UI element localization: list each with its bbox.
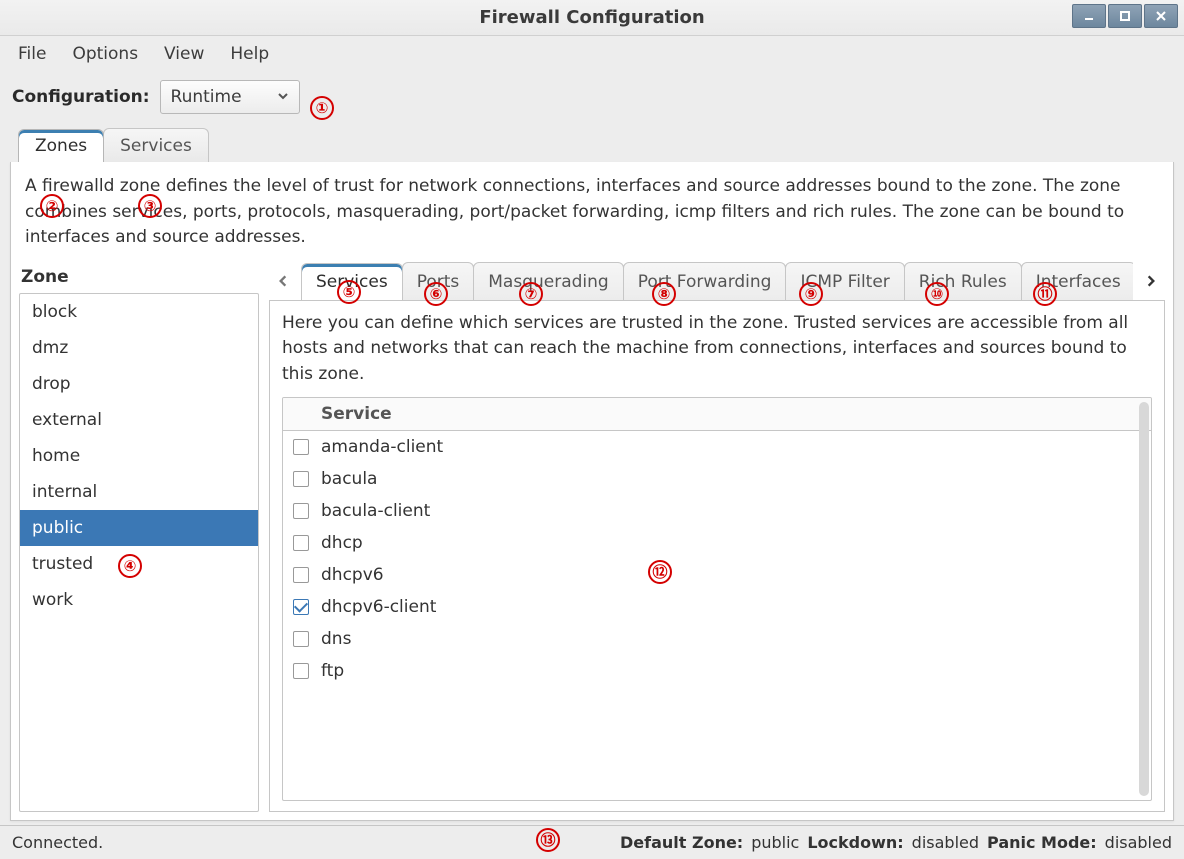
zone-item-work[interactable]: work <box>20 582 258 618</box>
service-checkbox[interactable] <box>293 663 309 679</box>
service-checkbox[interactable] <box>293 599 309 615</box>
menubar: File Options View Help <box>0 36 1184 72</box>
service-row[interactable]: dhcp <box>283 527 1151 559</box>
inner-tabs-row: Services Ports Masquerading Port Forward… <box>269 261 1165 301</box>
statusbar: Connected. Default Zone: public Lockdown… <box>0 825 1184 859</box>
status-connected: Connected. <box>12 833 103 852</box>
service-name: dhcp <box>321 533 363 553</box>
configuration-label: Configuration: <box>12 87 150 107</box>
service-row[interactable]: dns <box>283 623 1151 655</box>
status-default-zone-value: public <box>751 833 799 852</box>
zone-list[interactable]: blockdmzdropexternalhomeinternalpublictr… <box>19 293 259 813</box>
service-row[interactable]: dhcpv6-client <box>283 591 1151 623</box>
zone-item-public[interactable]: public <box>20 510 258 546</box>
inner-tab-services[interactable]: Services <box>301 263 403 300</box>
services-description: Here you can define which services are t… <box>282 311 1152 388</box>
configuration-row: Configuration: Runtime <box>0 72 1184 122</box>
zone-item-drop[interactable]: drop <box>20 366 258 402</box>
service-checkbox[interactable] <box>293 503 309 519</box>
configuration-value: Runtime <box>171 87 242 107</box>
status-default-zone-label: Default Zone: <box>620 833 743 852</box>
service-row[interactable]: bacula-client <box>283 495 1151 527</box>
status-panic-value: disabled <box>1105 833 1172 852</box>
inner-tabs: Services Ports Masquerading Port Forward… <box>301 262 1133 300</box>
services-header-service: Service <box>321 404 392 424</box>
menu-options[interactable]: Options <box>68 42 142 66</box>
detail-column: Services Ports Masquerading Port Forward… <box>269 261 1165 813</box>
service-row[interactable]: amanda-client <box>283 431 1151 463</box>
service-name: dhcpv6-client <box>321 597 436 617</box>
zone-description: A firewalld zone defines the level of tr… <box>19 170 1165 261</box>
tabs-scroll-left-button[interactable] <box>269 261 297 301</box>
inner-tab-icmp-filter[interactable]: ICMP Filter <box>785 262 904 300</box>
service-checkbox[interactable] <box>293 439 309 455</box>
services-panel: Here you can define which services are t… <box>269 300 1165 813</box>
service-row[interactable]: dhcpv6 <box>283 559 1151 591</box>
tabs-scroll-right-button[interactable] <box>1137 261 1165 301</box>
window-title: Firewall Configuration <box>479 7 704 28</box>
service-checkbox[interactable] <box>293 567 309 583</box>
service-name: amanda-client <box>321 437 443 457</box>
service-checkbox[interactable] <box>293 471 309 487</box>
menu-help[interactable]: Help <box>226 42 273 66</box>
menu-view[interactable]: View <box>160 42 208 66</box>
service-checkbox[interactable] <box>293 631 309 647</box>
tab-services[interactable]: Services <box>103 128 209 162</box>
top-tabs: Zones Services <box>0 122 1184 162</box>
service-name: bacula-client <box>321 501 430 521</box>
window-buttons <box>1072 4 1178 28</box>
inner-tab-rich-rules[interactable]: Rich Rules <box>904 262 1022 300</box>
zone-list-label: Zone <box>19 261 259 293</box>
scrollbar[interactable] <box>1139 402 1149 796</box>
status-panic-label: Panic Mode: <box>987 833 1097 852</box>
status-lockdown-value: disabled <box>912 833 979 852</box>
services-table-header: Service <box>283 398 1151 431</box>
service-name: dhcpv6 <box>321 565 384 585</box>
configuration-dropdown[interactable]: Runtime <box>160 80 300 114</box>
services-table[interactable]: Service amanda-client bacula bacula-client… <box>282 397 1152 801</box>
service-name: dns <box>321 629 351 649</box>
titlebar: Firewall Configuration <box>0 0 1184 36</box>
zone-column: Zone blockdmzdropexternalhomeinternalpub… <box>19 261 259 813</box>
service-name: bacula <box>321 469 377 489</box>
maximize-button[interactable] <box>1108 4 1142 28</box>
service-name: ftp <box>321 661 344 681</box>
zone-item-home[interactable]: home <box>20 438 258 474</box>
status-lockdown-label: Lockdown: <box>807 833 903 852</box>
inner-tab-interfaces[interactable]: Interfaces <box>1021 262 1133 300</box>
inner-tab-masquerading[interactable]: Masquerading <box>473 262 623 300</box>
zone-item-dmz[interactable]: dmz <box>20 330 258 366</box>
zone-item-trusted[interactable]: trusted <box>20 546 258 582</box>
tab-zones[interactable]: Zones <box>18 129 104 162</box>
close-button[interactable] <box>1144 4 1178 28</box>
menu-file[interactable]: File <box>14 42 50 66</box>
minimize-button[interactable] <box>1072 4 1106 28</box>
firewall-config-window: Firewall Configuration File Options View… <box>0 0 1184 859</box>
chevron-down-icon <box>277 87 289 107</box>
service-checkbox[interactable] <box>293 535 309 551</box>
main-panel: A firewalld zone defines the level of tr… <box>10 162 1174 821</box>
service-row[interactable]: bacula <box>283 463 1151 495</box>
inner-tab-ports[interactable]: Ports <box>402 262 475 300</box>
zone-item-block[interactable]: block <box>20 294 258 330</box>
zone-item-external[interactable]: external <box>20 402 258 438</box>
zone-item-internal[interactable]: internal <box>20 474 258 510</box>
inner-tab-port-forwarding[interactable]: Port Forwarding <box>623 262 787 300</box>
service-row[interactable]: ftp <box>283 655 1151 687</box>
workarea: Zone blockdmzdropexternalhomeinternalpub… <box>19 261 1165 813</box>
